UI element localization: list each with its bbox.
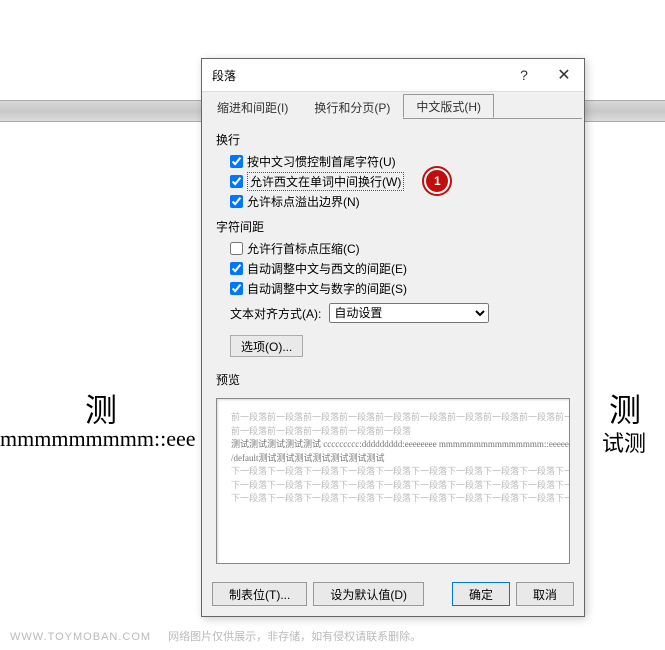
checkbox-label: 允许行首标点压缩(C) xyxy=(247,240,360,257)
background-text: 试测 xyxy=(602,426,646,458)
background-text: 测 xyxy=(609,385,641,431)
background-text: 测 xyxy=(85,385,117,431)
checkbox-label: 允许西文在单词中间换行(W) xyxy=(247,172,404,191)
preview-line: 前一段落前一段落前一段落前一段落前一段落 xyxy=(231,425,555,439)
set-default-button[interactable]: 设为默认值(D) xyxy=(313,582,424,606)
checkbox-auto-cjk-number-space[interactable] xyxy=(230,282,243,295)
preview-panel: 前一段落前一段落前一段落前一段落前一段落前一段落前一段落前一段落前一段落前一段落… xyxy=(216,398,570,564)
text-alignment-select[interactable]: 自动设置 xyxy=(329,303,489,323)
checkbox-row: 允许标点溢出边界(N) xyxy=(230,192,570,210)
checkbox-cjk-first-last[interactable] xyxy=(230,155,243,168)
checkbox-label: 允许标点溢出边界(N) xyxy=(247,193,360,210)
preview-line: 下一段落下一段落下一段落下一段落下一段落下一段落下一段落下一段落下一段落下一段落 xyxy=(231,465,555,479)
watermark: WWW.TOYMOBAN.COM 网络图片仅供展示，非存储，如有侵权请联系删除。 xyxy=(10,628,421,644)
tab-indent-spacing[interactable]: 缩进和间距(I) xyxy=(204,95,301,119)
help-button[interactable]: ? xyxy=(504,59,544,91)
preview-line: 下一段落下一段落下一段落下一段落下一段落下一段落下一段落下一段落下一段落下一段落 xyxy=(231,479,555,493)
checkbox-auto-cjk-latin-space[interactable] xyxy=(230,262,243,275)
preview-line: /default测试测试测试测试测试测试测试 xyxy=(231,452,555,466)
checkbox-allow-latin-break[interactable] xyxy=(230,175,243,188)
checkbox-row: 自动调整中文与西文的间距(E) xyxy=(230,259,570,277)
checkbox-row: 允许西文在单词中间换行(W) 1 xyxy=(230,172,570,190)
tab-asian-typography[interactable]: 中文版式(H) xyxy=(403,94,494,118)
tab-line-page-breaks[interactable]: 换行和分页(P) xyxy=(301,95,403,119)
options-button[interactable]: 选项(O)... xyxy=(230,335,303,357)
section-spacing-label: 字符间距 xyxy=(216,218,570,235)
tabstops-button[interactable]: 制表位(T)... xyxy=(212,582,307,606)
ok-button[interactable]: 确定 xyxy=(452,582,510,606)
checkbox-label: 自动调整中文与西文的间距(E) xyxy=(247,260,407,277)
tab-strip: 缩进和间距(I) 换行和分页(P) 中文版式(H) xyxy=(204,94,582,119)
dialog-footer: 制表位(T)... 设为默认值(D) 确定 取消 xyxy=(202,574,584,616)
dialog-title: 段落 xyxy=(212,67,236,84)
text-alignment-label: 文本对齐方式(A): xyxy=(230,305,321,322)
checkbox-row: 允许行首标点压缩(C) xyxy=(230,239,570,257)
help-icon: ? xyxy=(520,67,528,83)
background-text: mmmmmmmmm::eee xyxy=(0,426,196,452)
close-button[interactable]: ✕ xyxy=(544,59,584,91)
watermark-text: 网络图片仅供展示，非存储，如有侵权请联系删除。 xyxy=(168,631,421,643)
watermark-domain: WWW.TOYMOBAN.COM xyxy=(10,631,151,643)
checkbox-row: 按中文习惯控制首尾字符(U) xyxy=(230,152,570,170)
titlebar: 段落 ? ✕ xyxy=(202,59,584,92)
annotation-marker-1: 1 xyxy=(424,168,450,194)
section-linebreak-label: 换行 xyxy=(216,131,570,148)
text-alignment-row: 文本对齐方式(A): 自动设置 xyxy=(230,303,570,323)
close-icon: ✕ xyxy=(557,65,570,85)
checkbox-row: 自动调整中文与数字的间距(S) xyxy=(230,279,570,297)
checkbox-label: 按中文习惯控制首尾字符(U) xyxy=(247,153,396,170)
checkbox-allow-punct-overflow[interactable] xyxy=(230,195,243,208)
preview-line: 测试测试测试测试测试 ccccccccc:ddddddddd:eeeeeeee … xyxy=(231,438,555,452)
paragraph-dialog: 段落 ? ✕ 缩进和间距(I) 换行和分页(P) 中文版式(H) 换行 按中文习… xyxy=(201,58,585,617)
preview-line: 下一段落下一段落下一段落下一段落下一段落下一段落下一段落下一段落下一段落下一段落 xyxy=(231,492,555,506)
cancel-button[interactable]: 取消 xyxy=(516,582,574,606)
checkbox-compress-punct[interactable] xyxy=(230,242,243,255)
dialog-content: 换行 按中文习惯控制首尾字符(U) 允许西文在单词中间换行(W) 1 允许标点溢… xyxy=(202,119,584,363)
preview-line: 前一段落前一段落前一段落前一段落前一段落前一段落前一段落前一段落前一段落前一段落 xyxy=(231,411,555,425)
section-preview-label: 预览 xyxy=(216,371,584,388)
checkbox-label: 自动调整中文与数字的间距(S) xyxy=(247,280,407,297)
